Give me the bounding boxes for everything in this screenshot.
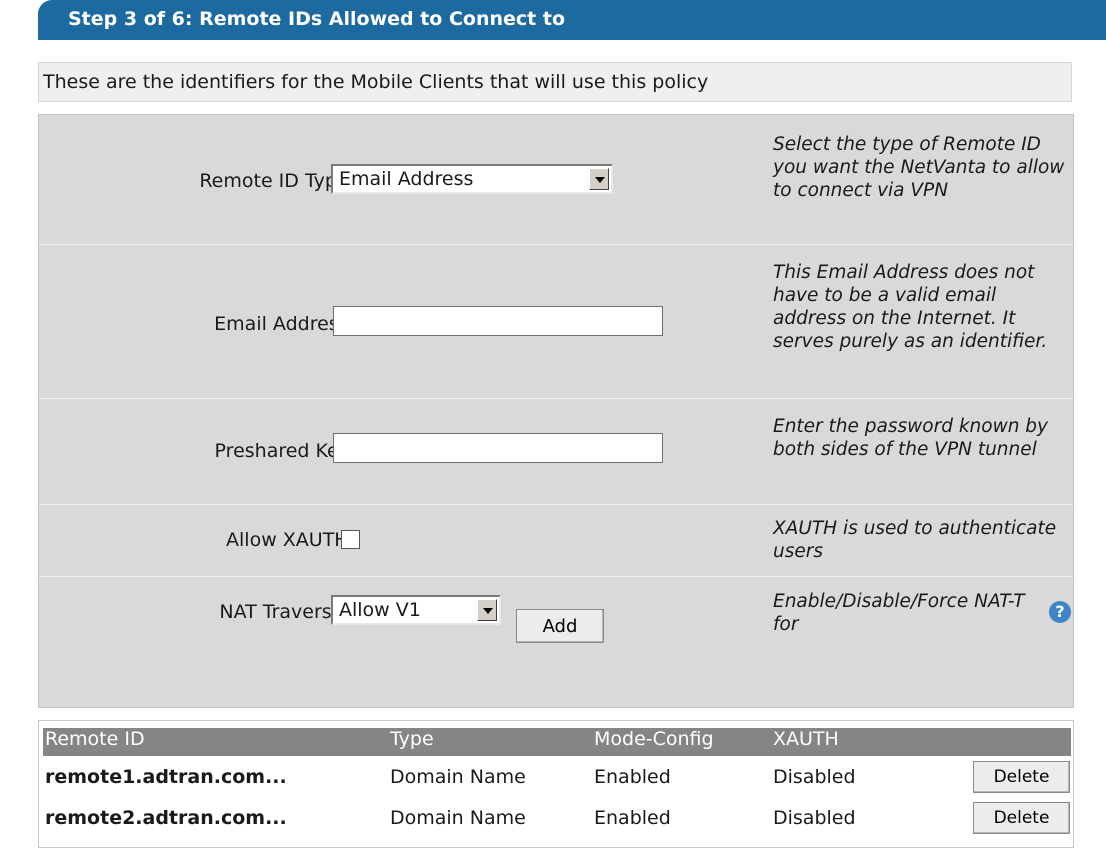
email-row: Email Address: This Email Address does n… [39, 245, 1073, 399]
remote-id-type-row: Remote ID Type: Email Address Select the… [39, 115, 1073, 245]
column-header-mode-config: Mode-Config [594, 728, 714, 750]
table-header: Remote ID Type Mode-Config XAUTH [43, 728, 1071, 756]
remote-id-cell: remote1.adtran.com... [45, 766, 287, 788]
email-hint: This Email Address does not have to be a… [773, 262, 1048, 352]
remote-id-form: Remote ID Type: Email Address Select the… [38, 114, 1074, 708]
table-row: remote2.adtran.com... Domain Name Enable… [43, 800, 1071, 840]
remote-id-table: Remote ID Type Mode-Config XAUTH remote1… [38, 720, 1074, 848]
step-title: Step 3 of 6: Remote IDs Allowed to Conne… [68, 8, 566, 30]
column-header-type: Type [390, 728, 434, 750]
step-header: Step 3 of 6: Remote IDs Allowed to Conne… [38, 0, 1106, 40]
xauth-cell: Disabled [773, 766, 856, 788]
mode-config-cell: Enabled [594, 766, 671, 788]
delete-button[interactable]: Delete [973, 761, 1070, 793]
remote-id-type-select[interactable]: Email Address [331, 164, 613, 194]
column-header-remote-id: Remote ID [45, 728, 145, 750]
xauth-label: Allow XAUTH: [226, 529, 355, 551]
nat-traversal-value: Allow V1 [339, 599, 421, 621]
intro-text: These are the identifiers for the Mobile… [38, 62, 1072, 102]
add-button[interactable]: Add [516, 609, 604, 643]
remote-id-cell: remote2.adtran.com... [45, 807, 287, 829]
nat-hint: Enable/Disable/Force NAT-T for [773, 591, 1025, 635]
chevron-down-icon[interactable] [589, 168, 609, 190]
xauth-checkbox[interactable] [341, 530, 360, 549]
delete-button[interactable]: Delete [973, 802, 1070, 834]
table-row: remote1.adtran.com... Domain Name Enable… [43, 759, 1071, 799]
mode-config-cell: Enabled [594, 807, 671, 829]
nat-traversal-select[interactable]: Allow V1 [331, 595, 501, 625]
remote-id-type-hint: Select the type of Remote ID you want th… [773, 134, 1065, 201]
help-icon[interactable]: ? [1049, 601, 1071, 623]
column-header-xauth: XAUTH [773, 728, 839, 750]
psk-row: Preshared Key: Enter the password known … [39, 399, 1073, 505]
psk-hint: Enter the password known by both sides o… [773, 416, 1048, 460]
type-cell: Domain Name [390, 766, 526, 788]
xauth-hint: XAUTH is used to authenticate users [773, 518, 1057, 562]
xauth-cell: Disabled [773, 807, 856, 829]
xauth-row: Allow XAUTH: XAUTH is used to authentica… [39, 505, 1073, 577]
psk-field[interactable] [333, 433, 663, 463]
chevron-down-icon[interactable] [477, 599, 497, 621]
email-field[interactable] [333, 306, 663, 336]
remote-id-type-value: Email Address [339, 168, 474, 190]
type-cell: Domain Name [390, 807, 526, 829]
